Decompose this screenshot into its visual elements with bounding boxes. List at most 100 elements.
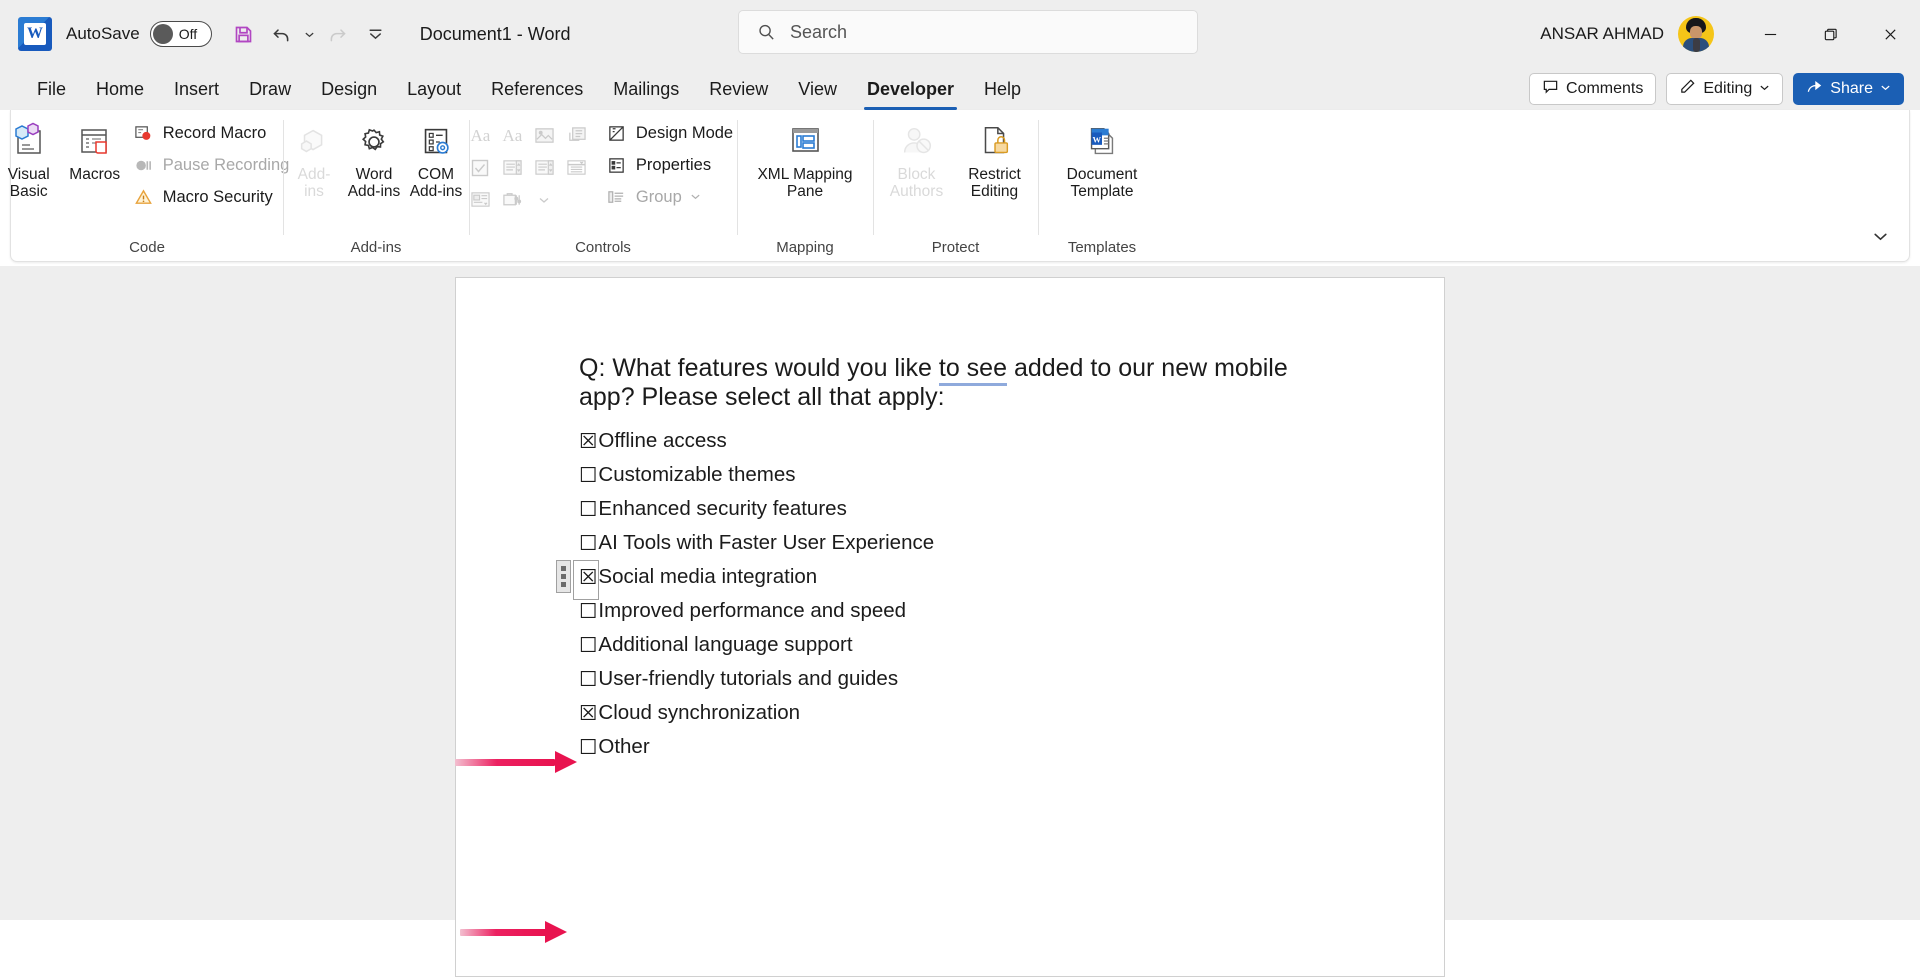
document-canvas[interactable]: Q: What features would you like to see a… (0, 266, 1920, 977)
tab-view[interactable]: View (783, 68, 852, 110)
list-item-label: Social media integration (598, 565, 818, 588)
undo-dropdown-chevron-icon[interactable] (302, 16, 318, 52)
comments-label: Comments (1566, 80, 1644, 97)
group-icon (606, 188, 628, 207)
minimize-icon[interactable] (1740, 0, 1800, 68)
tab-layout[interactable]: Layout (392, 68, 476, 110)
redo-icon[interactable] (320, 16, 356, 52)
search-input[interactable]: Search (738, 10, 1198, 54)
drop-down-list-content-control-icon[interactable] (529, 152, 560, 183)
list-item-label: Improved performance and speed (598, 599, 907, 622)
check-box-content-control[interactable]: ☐ (579, 669, 597, 690)
avatar[interactable] (1678, 16, 1714, 52)
list-item-label: User-friendly tutorials and guides (598, 667, 899, 690)
properties-button[interactable]: Properties (602, 150, 741, 180)
legacy-tools-icon[interactable] (497, 184, 528, 215)
editing-mode-button[interactable]: Editing (1666, 73, 1784, 105)
tab-review[interactable]: Review (694, 68, 783, 110)
list-item[interactable]: ☐ AI Tools with Faster User Experience (579, 532, 1359, 567)
macro-security-button[interactable]: Macro Security (129, 182, 298, 212)
list-item[interactable]: ☐ Customizable themes (579, 463, 1359, 499)
list-item[interactable]: ☒ Cloud synchronization (579, 702, 1359, 737)
rich-text-content-control-icon[interactable]: Aa (465, 120, 496, 151)
check-box-content-control[interactable]: ☐ (579, 533, 597, 554)
restore-icon[interactable] (1800, 0, 1860, 68)
list-item[interactable]: ☐ Additional language support (579, 634, 1359, 669)
document-template-button[interactable]: W Document Template (1048, 116, 1156, 203)
autosave-toggle[interactable]: Off (149, 21, 212, 47)
tab-draw[interactable]: Draw (234, 68, 306, 110)
check-box-content-control[interactable]: ☐ (579, 737, 597, 758)
share-label: Share (1830, 80, 1873, 97)
macros-icon (75, 121, 115, 163)
check-box-content-control[interactable]: ☒ (579, 703, 597, 724)
list-item-selected[interactable]: ☒ Social media integration (556, 560, 1359, 601)
restrict-editing-button[interactable]: Restrict Editing (958, 116, 1032, 203)
tab-mailings[interactable]: Mailings (598, 68, 694, 110)
list-item-label: Customizable themes (598, 463, 796, 486)
repeating-section-content-control-icon[interactable] (465, 184, 496, 215)
quick-access-toolbar (226, 16, 394, 52)
content-control-drag-handle[interactable] (556, 560, 571, 593)
ribbon-group-label-templates: Templates (1067, 239, 1137, 256)
user-account-name: ANSAR AHMAD (1540, 24, 1664, 43)
word-add-ins-button[interactable]: Word Add-ins (343, 116, 405, 203)
undo-icon[interactable] (264, 16, 300, 52)
document-page[interactable]: Q: What features would you like to see a… (455, 277, 1445, 977)
legacy-tools-chevron-icon[interactable] (529, 184, 560, 215)
check-box-content-control[interactable]: ☐ (579, 499, 597, 520)
question-heading-part-1: Q: What features would you like (579, 354, 939, 382)
check-box-content-control-icon[interactable] (465, 152, 496, 183)
date-picker-content-control-icon[interactable] (561, 152, 592, 183)
share-button[interactable]: Share (1793, 73, 1904, 105)
design-mode-button[interactable]: Design Mode (602, 118, 741, 148)
building-block-gallery-content-control-icon[interactable] (561, 120, 592, 151)
group-button[interactable]: Group (602, 182, 741, 212)
tab-help[interactable]: Help (969, 68, 1036, 110)
word-add-ins-icon (355, 121, 393, 163)
list-item[interactable]: ☐ Other (579, 736, 1359, 771)
list-item[interactable]: ☐ User-friendly tutorials and guides (579, 667, 1359, 703)
save-icon[interactable] (226, 16, 262, 52)
list-item[interactable]: ☐ Enhanced security features (579, 498, 1359, 533)
tab-developer[interactable]: Developer (852, 68, 969, 110)
plain-text-content-control-icon[interactable]: Aa (497, 120, 528, 151)
com-add-ins-icon (417, 121, 455, 163)
tab-design[interactable]: Design (306, 68, 392, 110)
close-icon[interactable] (1860, 0, 1920, 68)
tab-file[interactable]: File (22, 68, 81, 110)
check-box-content-control[interactable]: ☒ (579, 431, 597, 452)
tab-insert[interactable]: Insert (159, 68, 234, 110)
pause-recording-button[interactable]: Pause Recording (129, 150, 298, 180)
word-app-logo: W (18, 17, 52, 51)
share-icon (1806, 78, 1823, 100)
ribbon-actions: Comments Editing Share (1529, 73, 1904, 105)
macros-button[interactable]: Macros (63, 116, 127, 185)
visual-basic-button[interactable]: Visual Basic (0, 116, 61, 203)
ribbon-collapse-chevron-down-icon[interactable] (1867, 223, 1893, 249)
picture-content-control-icon[interactable] (529, 120, 560, 151)
check-box-content-control[interactable]: ☐ (579, 635, 597, 656)
combo-box-content-control-icon[interactable] (497, 152, 528, 183)
customize-quick-access-toolbar-icon[interactable] (358, 16, 394, 52)
search-placeholder: Search (790, 21, 848, 42)
check-box-content-control[interactable]: ☐ (579, 601, 597, 622)
list-item[interactable]: ☒ Offline access (579, 430, 1359, 465)
record-macro-button[interactable]: Record Macro (129, 118, 298, 148)
tab-references[interactable]: References (476, 68, 598, 110)
list-item[interactable]: ☐ Improved performance and speed (579, 599, 1359, 635)
code-small-buttons: Record Macro Pause Recording Macro Secur… (129, 116, 298, 212)
xml-mapping-pane-button[interactable]: XML Mapping Pane (747, 116, 863, 203)
add-ins-button[interactable]: Add- ins (285, 116, 343, 203)
check-box-content-control[interactable]: ☐ (579, 465, 597, 486)
search-icon (757, 23, 776, 42)
check-box-content-control[interactable]: ☒ (579, 567, 597, 588)
macros-label: Macros (69, 166, 121, 183)
tab-home[interactable]: Home (81, 68, 159, 110)
grammar-suggestion-text[interactable]: to see (938, 354, 1007, 386)
block-authors-button[interactable]: Block Authors (880, 116, 954, 203)
design-mode-icon (606, 124, 628, 143)
question-heading: Q: What features would you like to see a… (579, 354, 1299, 413)
comments-button[interactable]: Comments (1529, 73, 1657, 105)
restrict-editing-icon (976, 121, 1014, 163)
